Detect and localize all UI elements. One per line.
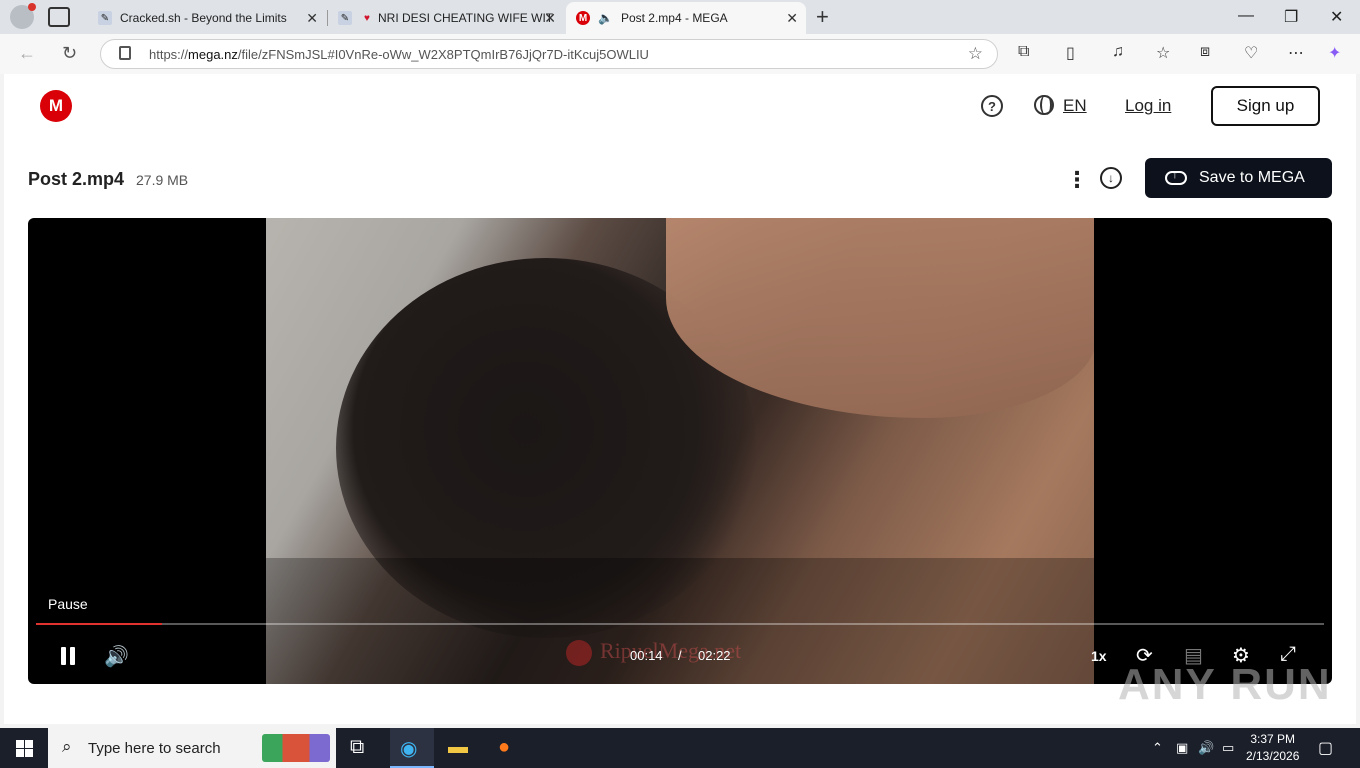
tab-title: Post 2.mp4 - MEGA <box>620 11 728 25</box>
cracked-favicon-icon: ✎ <box>338 11 352 25</box>
pause-button-icon[interactable] <box>60 647 76 665</box>
mega-favicon-icon: M <box>576 11 590 25</box>
tab-title: Cracked.sh - Beyond the Limits <box>120 11 287 25</box>
close-tab-icon[interactable]: ✕ <box>786 10 798 27</box>
read-aloud-icon[interactable]: ♫ <box>1112 43 1124 61</box>
tab-actions-icon[interactable] <box>48 7 70 27</box>
cracked-favicon-icon: ✎ <box>98 11 112 25</box>
search-icon: ⌕ <box>62 737 72 756</box>
favorite-star-icon[interactable]: ☆ <box>968 44 983 64</box>
tab-cracked[interactable]: ✎ Cracked.sh - Beyond the Limits ✕ <box>88 2 326 34</box>
notifications-icon[interactable]: ▢ <box>1318 738 1333 758</box>
windows-taskbar: ⌕ Type here to search ⧉ ◉ ▬ ● ⌃ ▣ 🔊 ▭ 3:… <box>0 728 1360 768</box>
tray-chevron-icon[interactable]: ⌃ <box>1152 740 1163 756</box>
browser-titlebar: ✎ Cracked.sh - Beyond the Limits ✕ ✎ ♥ N… <box>0 0 1360 34</box>
address-toolbar: ← ↻ https://mega.nz/file/zFNSmJSL#I0VnRe… <box>0 34 1360 74</box>
mega-page: M ? EN Log in Sign up Post 2.mp4 27.9 MB… <box>4 74 1356 724</box>
search-placeholder: Type here to search <box>88 740 221 757</box>
cloud-upload-icon <box>1165 167 1187 185</box>
tab-mega-active[interactable]: M 🔈 Post 2.mp4 - MEGA ✕ <box>566 2 806 34</box>
video-frame: RipuelMega.net <box>266 218 1094 684</box>
clock-time: 3:37 PM <box>1250 732 1296 746</box>
download-icon[interactable]: ↓ <box>1100 167 1122 189</box>
close-tab-icon[interactable]: ✕ <box>544 10 556 27</box>
file-name: Post 2.mp4 <box>28 169 125 189</box>
volume-icon[interactable]: 🔊 <box>104 644 129 669</box>
collections-icon[interactable]: ⧈ <box>1200 43 1210 61</box>
login-link[interactable]: Log in <box>1125 96 1171 116</box>
tab-audio-icon[interactable]: 🔈 <box>598 11 613 25</box>
pause-tooltip: Pause <box>48 596 88 612</box>
file-explorer-icon[interactable]: ▬ <box>448 736 468 759</box>
mega-logo[interactable]: M <box>40 90 72 122</box>
help-icon[interactable]: ? <box>981 95 1003 117</box>
clock-date: 2/13/2026 <box>1246 749 1300 763</box>
time-separator: / <box>678 648 682 663</box>
meet-now-icon[interactable]: ▣ <box>1176 740 1188 756</box>
progress-bar[interactable] <box>36 623 1324 625</box>
split-screen-icon[interactable]: ▯ <box>1066 43 1075 63</box>
duration: 02:22 <box>698 648 731 663</box>
language-selector[interactable]: EN <box>1063 96 1087 116</box>
lock-icon[interactable] <box>119 46 131 60</box>
save-label: Save to MEGA <box>1199 169 1305 186</box>
heart-icon: ♥ <box>364 12 370 24</box>
save-to-mega-button[interactable]: Save to MEGA <box>1145 158 1332 198</box>
firefox-icon[interactable]: ● <box>498 736 510 759</box>
more-vertical-icon[interactable]: ⋮ <box>1066 167 1088 193</box>
windows-start-icon[interactable] <box>16 740 33 757</box>
network-icon[interactable]: ▭ <box>1222 740 1234 756</box>
minimize-icon[interactable]: — <box>1238 7 1254 25</box>
more-options-icon[interactable]: ⋯ <box>1288 43 1304 63</box>
new-tab-icon[interactable]: + <box>816 4 829 30</box>
url-field[interactable]: https://mega.nz/file/zFNSmJSL#I0VnRe-oWw… <box>100 39 998 69</box>
restore-icon[interactable]: ❐ <box>1284 7 1298 27</box>
browser-essentials-icon[interactable]: ♡ <box>1244 43 1258 63</box>
reload-icon[interactable]: ↻ <box>62 43 77 64</box>
task-view-icon[interactable]: ⧉ <box>350 736 364 759</box>
globe-icon[interactable] <box>1034 95 1054 115</box>
anyrun-watermark: ANY RUN <box>1118 660 1332 709</box>
favorites-icon[interactable]: ☆ <box>1156 43 1170 63</box>
url-text: https://mega.nz/file/zFNSmJSL#I0VnRe-oWw… <box>149 47 649 62</box>
signup-button[interactable]: Sign up <box>1211 86 1320 126</box>
close-tab-icon[interactable]: ✕ <box>306 10 318 27</box>
tab-nri[interactable]: ✎ ♥ NRI DESI CHEATING WIFE WIT ✕ <box>328 2 564 34</box>
close-window-icon[interactable]: ✕ <box>1330 7 1343 27</box>
profile-avatar-icon[interactable] <box>10 3 36 29</box>
speaker-icon[interactable]: 🔊 <box>1198 740 1214 756</box>
taskbar-search[interactable]: ⌕ Type here to search <box>48 728 336 768</box>
playback-speed[interactable]: 1x <box>1091 648 1107 664</box>
file-size: 27.9 MB <box>136 172 189 188</box>
extensions-icon[interactable]: ⧉ <box>1018 43 1029 61</box>
current-time: 00:14 <box>630 648 663 663</box>
video-player[interactable]: RipuelMega.net Pause 🔊 00:14 / 02:22 1x … <box>28 218 1332 684</box>
back-icon[interactable]: ← <box>18 43 36 64</box>
edge-browser-icon[interactable]: ◉ <box>400 736 417 761</box>
tab-title: NRI DESI CHEATING WIFE WIT <box>378 11 554 25</box>
copilot-icon[interactable]: ✦ <box>1328 43 1341 63</box>
taskbar-clock[interactable]: 3:37 PM 2/13/2026 <box>1246 731 1299 765</box>
search-highlight-icon <box>262 734 330 762</box>
